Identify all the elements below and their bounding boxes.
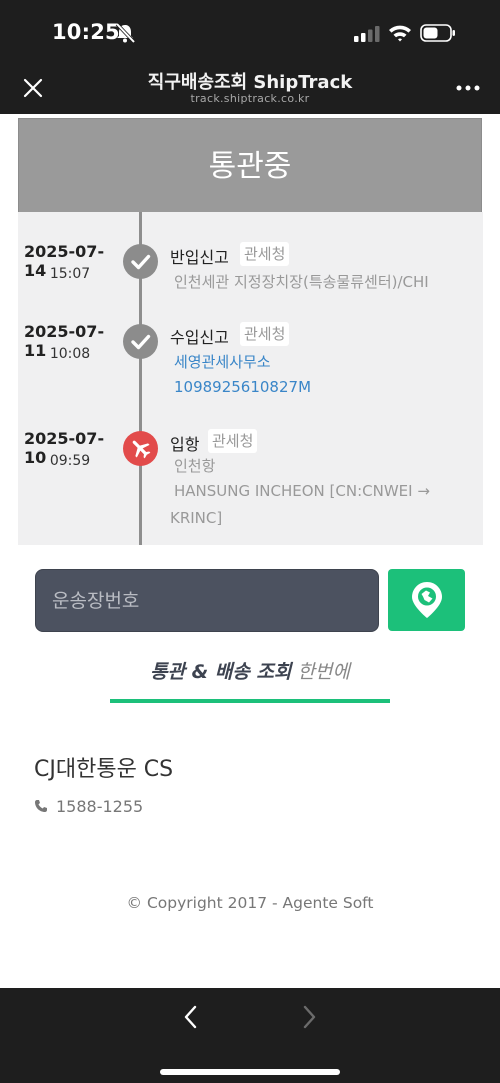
cellular-signal-icon — [354, 26, 380, 42]
event-time: 09:59 — [49, 453, 91, 469]
event-type: 반입신고 — [170, 248, 229, 267]
home-indicator[interactable] — [160, 1069, 340, 1075]
airplane-icon — [123, 431, 158, 466]
event-badge: 관세청 — [240, 322, 290, 346]
event-type: 입항 — [170, 435, 200, 454]
check-icon — [123, 324, 158, 359]
browser-bottom-bar — [0, 988, 500, 1083]
page-title: 직구배송조회 ShipTrack — [147, 72, 353, 93]
cs-phone-number[interactable]: 1588-1255 — [56, 797, 143, 816]
page-url: track.shiptrack.co.kr — [190, 92, 310, 105]
event-detail: 인천세관 지정장치장(특송물류센터)/CHI — [174, 273, 429, 291]
location-pin-icon — [412, 582, 442, 618]
tracking-timeline: 2025-07-14 15:07 반입신고 관세청 인천세관 지정장치장(특송물… — [18, 212, 483, 545]
event-time: 10:08 — [49, 346, 91, 362]
tagline-underline — [110, 699, 390, 703]
phone-icon — [35, 800, 47, 812]
tracking-number-input[interactable] — [35, 569, 379, 632]
event-detail: KRINC] — [170, 509, 223, 527]
more-options-icon[interactable] — [455, 84, 481, 92]
event-detail: HANSUNG INCHEON [CN:CNWEI → — [174, 482, 430, 500]
status-banner: 통관중 — [18, 118, 482, 216]
event-type: 수입신고 — [170, 328, 229, 347]
bell-slash-icon — [115, 22, 136, 44]
wifi-icon — [389, 25, 411, 42]
back-chevron-icon[interactable] — [180, 1004, 202, 1030]
event-detail: 인천항 — [174, 457, 216, 475]
cs-title: CJ대한통운 CS — [34, 757, 174, 782]
check-icon — [123, 244, 158, 279]
status-bar: 10:25 — [0, 0, 500, 62]
forward-chevron-icon[interactable] — [298, 1004, 320, 1030]
status-time: 10:25 — [52, 20, 120, 44]
page-content: 통관중 2025-07-14 15:07 반입신고 관세청 인천세관 지정장치장… — [0, 114, 500, 988]
browser-header: 직구배송조회 ShipTrack track.shiptrack.co.kr — [0, 62, 500, 114]
event-badge: 관세청 — [240, 242, 290, 266]
battery-icon — [420, 24, 455, 42]
event-time: 15:07 — [49, 266, 91, 282]
tagline: 통관 & 배송 조회 한번에 — [0, 657, 500, 684]
copyright: © Copyright 2017 - Agente Soft — [126, 894, 374, 912]
event-badge: 관세청 — [208, 429, 258, 453]
tagline-light: 한번에 — [297, 661, 350, 683]
event-detail-link[interactable]: 1098925610827M — [174, 378, 311, 396]
search-button[interactable] — [388, 569, 465, 631]
tagline-strong: 통관 & 배송 조회 — [150, 661, 292, 683]
event-detail-link[interactable]: 세영관세사무소 — [174, 351, 271, 372]
